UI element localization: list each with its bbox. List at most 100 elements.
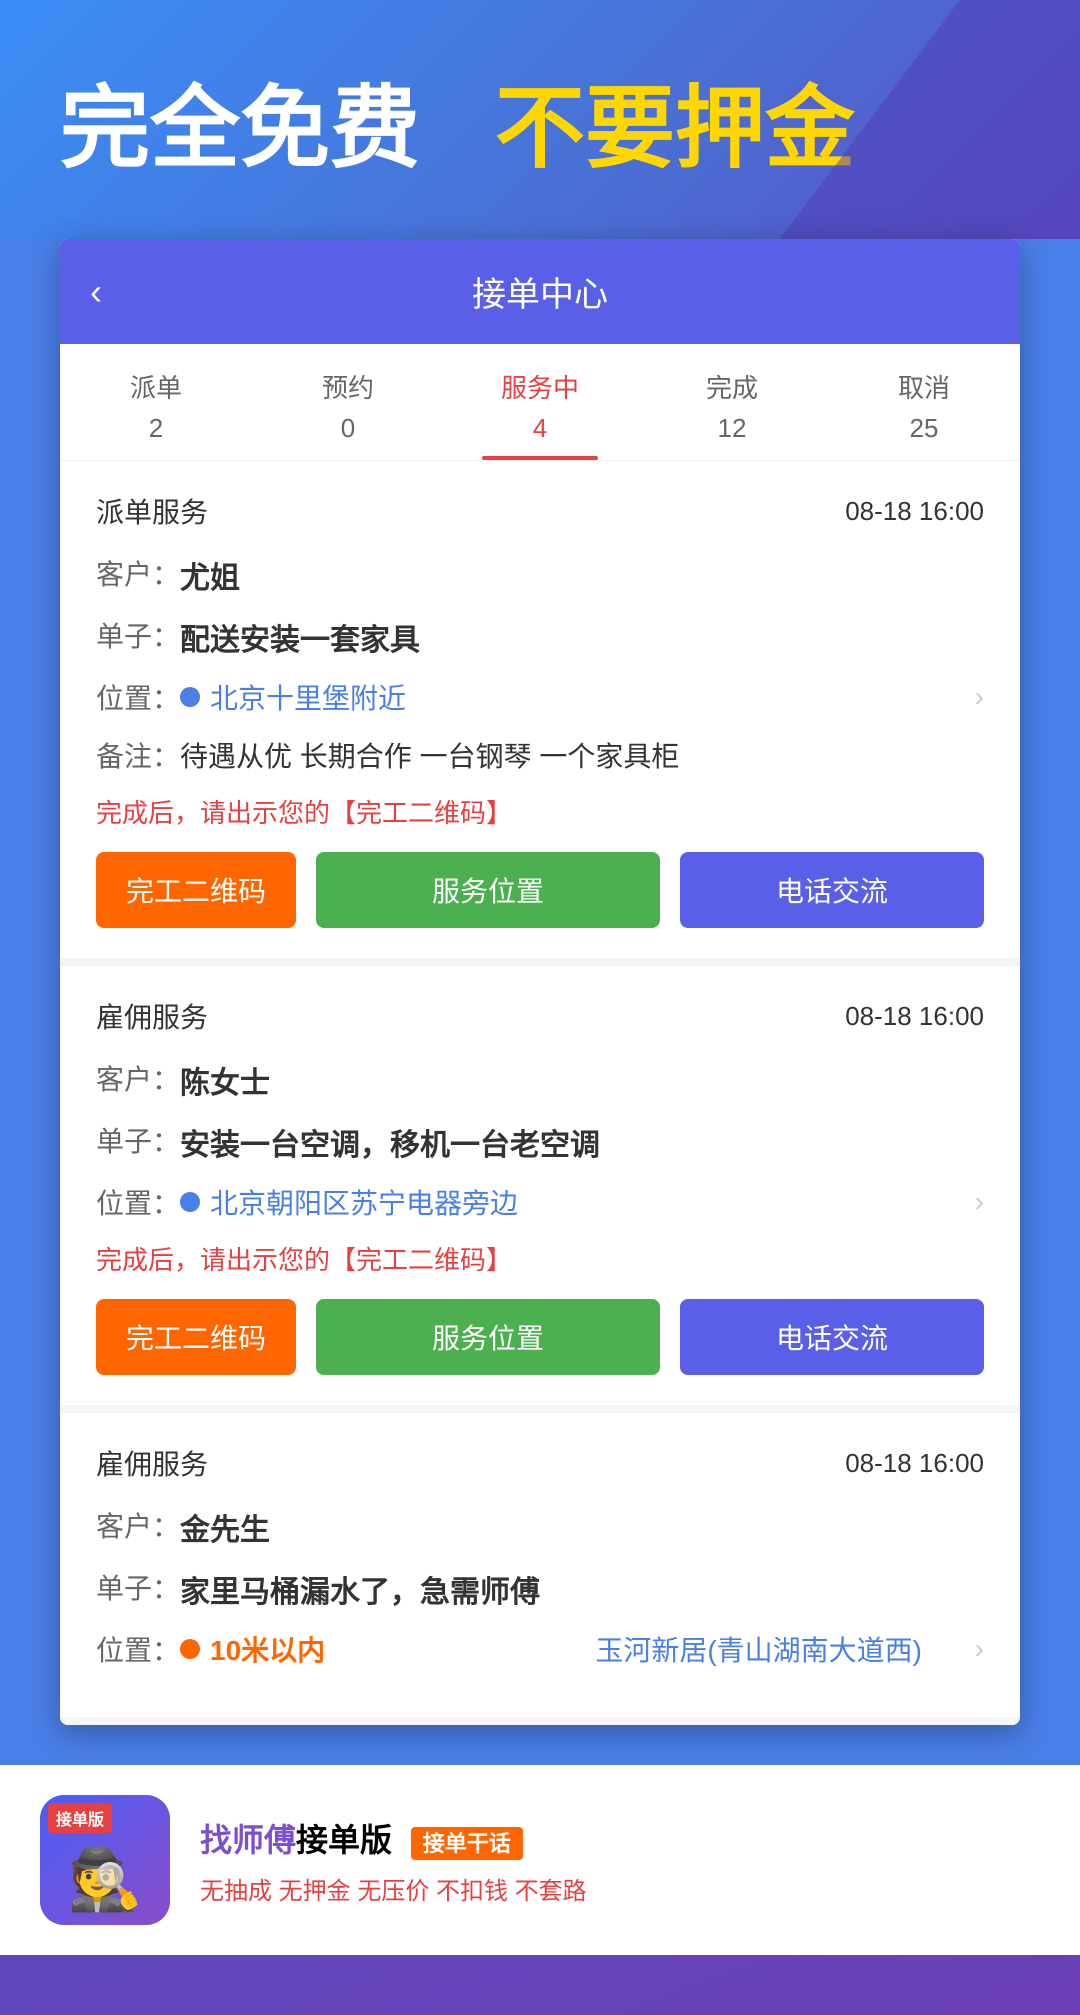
hero-title: 完全免费 不要押金	[60, 80, 855, 179]
tabs-bar: 派单 2 预约 0 服务中 4 完成 12 取消 25	[60, 344, 1020, 461]
tab-cancel[interactable]: 取消 25	[828, 344, 1020, 460]
card-3-time: 08-18 16:00	[845, 1448, 984, 1479]
header-title: 接单中心	[472, 267, 608, 316]
card-3-customer-row: 客户： 金先生	[96, 1505, 984, 1549]
card-1-order-label: 单子：	[96, 615, 180, 655]
tab-in-service[interactable]: 服务中 4	[444, 344, 636, 460]
card-2-order-row: 单子： 安装一台空调，移机一台老空调	[96, 1120, 984, 1164]
card-2-location-label: 位置：	[96, 1182, 180, 1222]
phone-ui: ‹ 接单中心 派单 2 预约 0 服务中 4 完成 1	[60, 239, 1020, 1725]
banner-text: 找师傅接单版 接单干话 无抽成 无押金 无压价 不扣钱 不套路	[200, 1815, 1040, 1906]
card-2-actions: 完工二维码 服务位置 电话交流	[96, 1299, 984, 1375]
card-2-location-value: 北京朝阳区苏宁电器旁边	[210, 1182, 975, 1222]
hero-section: 完全免费 不要押金	[0, 0, 1080, 239]
card-1-order-row: 单子： 配送安装一套家具	[96, 615, 984, 659]
service-card-3: 雇佣服务 08-18 16:00 客户： 金先生 单子： 家里马桶漏水了，急需师…	[60, 1413, 1020, 1725]
tab-cancel-label: 取消	[898, 368, 950, 405]
card-2-time: 08-18 16:00	[845, 1001, 984, 1032]
card-1-customer-label: 客户：	[96, 553, 180, 593]
tab-in-service-count: 4	[533, 413, 547, 444]
card-3-location-row[interactable]: 位置： 10米以内 玉河新居(青山湖南大道西) ›	[96, 1629, 984, 1669]
card-3-location-content: 10米以内 玉河新居(青山湖南大道西)	[180, 1629, 975, 1669]
tab-dispatch[interactable]: 派单 2	[60, 344, 252, 460]
tab-reservation[interactable]: 预约 0	[252, 344, 444, 460]
card-2-customer-label: 客户：	[96, 1058, 180, 1098]
banner-sub-text: 无抽成 无押金 无压价 不扣钱 不套路	[200, 1878, 587, 1905]
chevron-icon-2: ›	[975, 1186, 984, 1218]
card-1-customer-row: 客户： 尤姐	[96, 553, 984, 597]
card-2-qr-link[interactable]: 完工二维码	[356, 1245, 486, 1275]
card-1-note-row: 备注： 待遇从优 长期合作 一台钢琴 一个家具柜	[96, 735, 984, 775]
card-3-distance: 10米以内	[210, 1629, 589, 1669]
card-3-location-value: 玉河新居(青山湖南大道西)	[595, 1629, 974, 1669]
card-3-order-row: 单子： 家里马桶漏水了，急需师傅	[96, 1567, 984, 1611]
card-2-type: 雇佣服务	[96, 996, 208, 1036]
card-2-location-button[interactable]: 服务位置	[316, 1299, 660, 1375]
location-icon-2	[180, 1192, 200, 1212]
hero-title-yellow: 不要押金	[495, 79, 855, 179]
tab-complete-label: 完成	[706, 368, 758, 405]
app-banner[interactable]: 接单版 🕵️ 找师傅接单版 接单干话 无抽成 无押金 无压价 不扣钱 不套路	[0, 1765, 1080, 1955]
tab-cancel-count: 25	[910, 413, 939, 444]
tab-dispatch-label: 派单	[130, 368, 182, 405]
card-1-customer-value: 尤姐	[180, 553, 240, 597]
tab-reservation-count: 0	[341, 413, 355, 444]
card-2-header: 雇佣服务 08-18 16:00	[96, 996, 984, 1036]
card-2-customer-row: 客户： 陈女士	[96, 1058, 984, 1102]
card-3-header: 雇佣服务 08-18 16:00	[96, 1443, 984, 1483]
service-card-1: 派单服务 08-18 16:00 客户： 尤姐 单子： 配送安装一套家具 位置：…	[60, 461, 1020, 966]
banner-subtitle: 无抽成 无押金 无压价 不扣钱 不套路	[200, 1871, 1040, 1906]
location-icon-3	[180, 1639, 200, 1659]
tab-dispatch-count: 2	[149, 413, 163, 444]
back-button[interactable]: ‹	[90, 271, 102, 313]
card-1-location-content: 北京十里堡附近	[180, 677, 975, 717]
service-card-2: 雇佣服务 08-18 16:00 客户： 陈女士 单子： 安装一台空调，移机一台…	[60, 966, 1020, 1413]
card-1-order-value: 配送安装一套家具	[180, 615, 420, 659]
card-2-call-button[interactable]: 电话交流	[680, 1299, 984, 1375]
card-3-type: 雇佣服务	[96, 1443, 208, 1483]
banner-title-black: 接单版	[296, 1822, 392, 1858]
card-1-time: 08-18 16:00	[845, 496, 984, 527]
card-1-note-label: 备注：	[96, 735, 180, 775]
card-1-qr-link[interactable]: 完工二维码	[356, 798, 486, 828]
tab-complete-count: 12	[718, 413, 747, 444]
tab-in-service-label: 服务中	[501, 368, 579, 405]
banner-title: 找师傅接单版 接单干话	[200, 1815, 1040, 1861]
banner-title-badge: 接单干话	[411, 1827, 523, 1860]
hero-title-white: 完全免费	[60, 79, 420, 179]
card-2-location-row[interactable]: 位置： 北京朝阳区苏宁电器旁边 ›	[96, 1182, 984, 1222]
card-1-qr-button[interactable]: 完工二维码	[96, 852, 296, 928]
banner-icon-badge: 接单版	[48, 1803, 112, 1833]
tab-reservation-label: 预约	[322, 368, 374, 405]
card-2-customer-value: 陈女士	[180, 1058, 270, 1102]
chevron-icon-3: ›	[975, 1633, 984, 1665]
chevron-icon-1: ›	[975, 681, 984, 713]
card-2-order-label: 单子：	[96, 1120, 180, 1160]
card-1-call-button[interactable]: 电话交流	[680, 852, 984, 928]
banner-title-purple: 找师傅	[200, 1822, 296, 1858]
banner-icon-figure: 🕵️	[68, 1844, 143, 1915]
card-1-actions: 完工二维码 服务位置 电话交流	[96, 852, 984, 928]
card-2-order-value: 安装一台空调，移机一台老空调	[180, 1120, 600, 1164]
card-3-customer-label: 客户：	[96, 1505, 180, 1545]
card-1-qr-prompt: 完成后，请出示您的【完工二维码】	[96, 793, 984, 830]
tab-complete[interactable]: 完成 12	[636, 344, 828, 460]
card-1-location-row[interactable]: 位置： 北京十里堡附近 ›	[96, 677, 984, 717]
card-3-order-label: 单子：	[96, 1567, 180, 1607]
card-3-location-label: 位置：	[96, 1629, 180, 1669]
card-2-qr-prompt: 完成后，请出示您的【完工二维码】	[96, 1240, 984, 1277]
card-1-location-label: 位置：	[96, 677, 180, 717]
card-1-type: 派单服务	[96, 491, 208, 531]
banner-icon: 接单版 🕵️	[40, 1795, 170, 1925]
card-3-customer-value: 金先生	[180, 1505, 270, 1549]
card-1-location-button[interactable]: 服务位置	[316, 852, 660, 928]
app-container: ‹ 接单中心 派单 2 预约 0 服务中 4 完成 1	[0, 239, 1080, 1765]
location-icon-1	[180, 687, 200, 707]
banner-icon-inner: 接单版 🕵️	[40, 1795, 170, 1925]
card-2-qr-button[interactable]: 完工二维码	[96, 1299, 296, 1375]
card-1-header: 派单服务 08-18 16:00	[96, 491, 984, 531]
card-1-location-value: 北京十里堡附近	[210, 677, 975, 717]
card-3-order-value: 家里马桶漏水了，急需师傅	[180, 1567, 540, 1611]
card-2-location-content: 北京朝阳区苏宁电器旁边	[180, 1182, 975, 1222]
app-header: ‹ 接单中心	[60, 239, 1020, 344]
